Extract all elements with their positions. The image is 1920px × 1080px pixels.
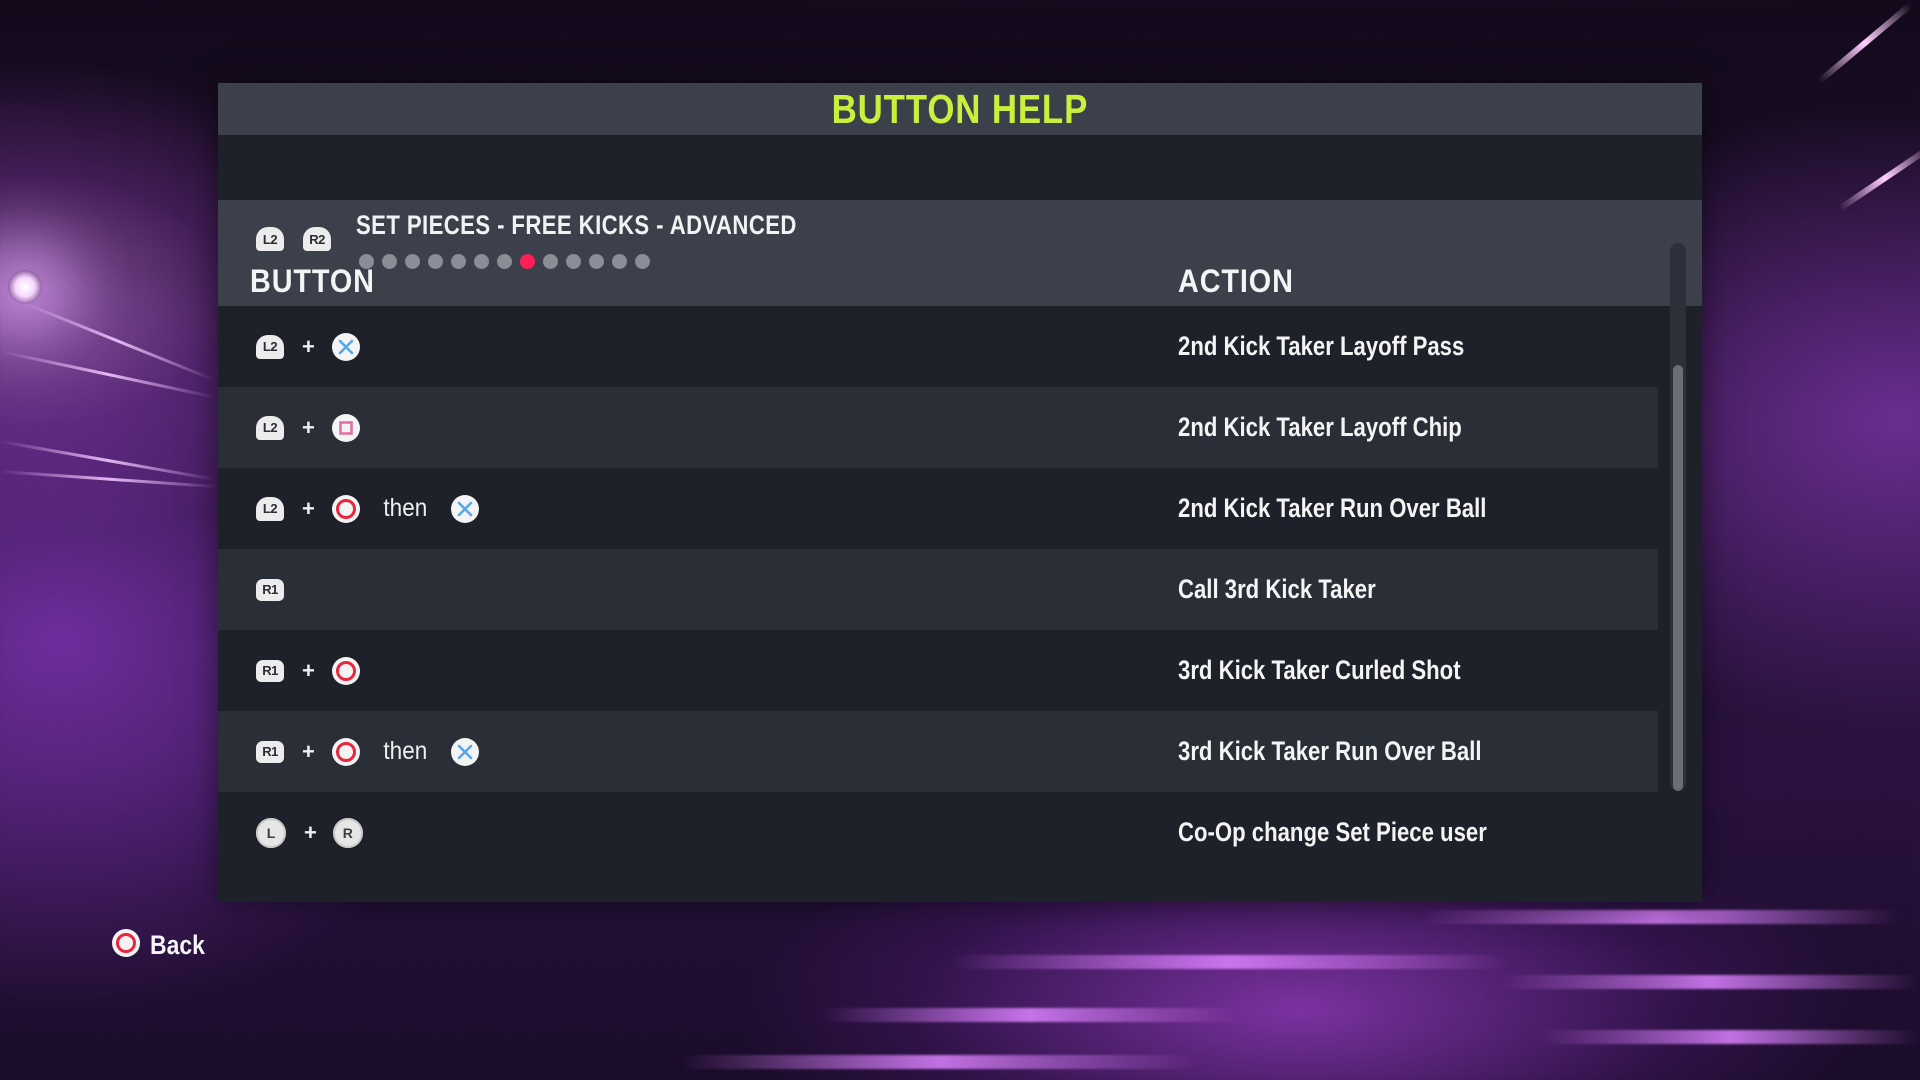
section-title: SET PIECES - FREE KICKS - ADVANCED bbox=[356, 210, 797, 240]
plus-sign: + bbox=[302, 414, 315, 440]
page-dot bbox=[405, 254, 420, 269]
l2-button-icon: L2 bbox=[256, 496, 284, 521]
title-bar: BUTTON HELP bbox=[218, 83, 1702, 135]
plus-sign: + bbox=[302, 333, 315, 359]
page-dot bbox=[451, 254, 466, 269]
l2-button-icon: L2 bbox=[256, 415, 284, 440]
action-label: 2nd Kick Taker Layoff Chip bbox=[1178, 412, 1462, 442]
floor-glow bbox=[680, 1055, 1200, 1069]
floor-glow bbox=[1500, 975, 1920, 989]
button-combo: L2 + then bbox=[256, 494, 480, 524]
then-label: then bbox=[383, 737, 428, 765]
light-beam bbox=[0, 350, 216, 399]
page-dot bbox=[635, 254, 650, 269]
control-row: L + R Co-Op change Set Piece user bbox=[218, 792, 1658, 873]
button-combo: L2 + bbox=[256, 413, 361, 443]
l2-button-icon: L2 bbox=[256, 334, 284, 359]
column-header-button: BUTTON bbox=[250, 263, 375, 299]
button-combo: L + R bbox=[256, 817, 363, 848]
action-label: 3rd Kick Taker Run Over Ball bbox=[1178, 736, 1482, 766]
section-header: L2 R2 SET PIECES - FREE KICKS - ADVANCED… bbox=[218, 200, 1702, 306]
page-dot-active bbox=[520, 254, 535, 269]
floor-glow bbox=[1420, 910, 1900, 924]
cross-button-icon bbox=[331, 332, 361, 362]
button-help-panel: BUTTON HELP L2 R2 SET PIECES - FREE KICK… bbox=[218, 83, 1702, 902]
page-dot bbox=[474, 254, 489, 269]
button-combo: R1 + then bbox=[256, 737, 480, 767]
button-combo: R1 bbox=[256, 578, 284, 601]
square-button-icon bbox=[331, 413, 361, 443]
cross-button-icon bbox=[450, 494, 480, 524]
page-dot bbox=[382, 254, 397, 269]
page-dot bbox=[543, 254, 558, 269]
r2-next-section-icon[interactable]: R2 bbox=[303, 227, 331, 251]
floor-glow bbox=[950, 955, 1510, 969]
circle-button-icon bbox=[331, 494, 361, 524]
then-label: then bbox=[383, 494, 428, 522]
stadium-spotlight bbox=[8, 270, 42, 304]
page-title: BUTTON HELP bbox=[831, 85, 1089, 132]
column-header-action: ACTION bbox=[1178, 263, 1294, 299]
r1-button-icon: R1 bbox=[256, 740, 284, 763]
right-stick-icon: R bbox=[332, 817, 363, 848]
action-label: 3rd Kick Taker Curled Shot bbox=[1178, 655, 1461, 685]
back-button[interactable]: Back bbox=[111, 928, 215, 963]
plus-sign: + bbox=[302, 738, 315, 764]
r1-button-icon: R1 bbox=[256, 659, 284, 682]
circle-button-icon bbox=[111, 928, 141, 963]
scrollbar-thumb[interactable] bbox=[1673, 365, 1683, 791]
r1-button-icon: R1 bbox=[256, 578, 284, 601]
control-row: R1 Call 3rd Kick Taker bbox=[218, 549, 1658, 630]
plus-sign: + bbox=[302, 657, 315, 683]
page-dot bbox=[612, 254, 627, 269]
plus-sign: + bbox=[302, 495, 315, 521]
button-combo: L2 + bbox=[256, 332, 361, 362]
light-streak bbox=[1837, 144, 1920, 212]
control-row: L2 +2nd Kick Taker Layoff Chip bbox=[218, 387, 1658, 468]
action-label: Co-Op change Set Piece user bbox=[1178, 817, 1487, 847]
l2-prev-section-icon[interactable]: L2 bbox=[256, 227, 284, 251]
control-row: L2 +2nd Kick Taker Layoff Pass bbox=[218, 306, 1658, 387]
cross-button-icon bbox=[450, 737, 480, 767]
page-dot bbox=[566, 254, 581, 269]
light-beam bbox=[19, 300, 216, 382]
floor-glow bbox=[1540, 1030, 1920, 1044]
action-label: Call 3rd Kick Taker bbox=[1178, 574, 1376, 604]
action-label: 2nd Kick Taker Layoff Pass bbox=[1178, 331, 1465, 361]
left-stick-icon: L bbox=[256, 817, 286, 848]
floor-glow bbox=[820, 1008, 1240, 1022]
page-dot bbox=[497, 254, 512, 269]
light-streak bbox=[1817, 2, 1913, 84]
button-combo: R1 + bbox=[256, 656, 361, 686]
spacer-bar bbox=[218, 135, 1702, 200]
control-row: L2 + then 2nd Kick Taker Run Over Ball bbox=[218, 468, 1658, 549]
page-dot bbox=[589, 254, 604, 269]
circle-button-icon bbox=[331, 737, 361, 767]
page-dot bbox=[428, 254, 443, 269]
control-row: R1 + then 3rd Kick Taker Run Over Ball bbox=[218, 711, 1658, 792]
back-label: Back bbox=[150, 930, 205, 960]
controls-list: L2 +2nd Kick Taker Layoff Pass L2 +2nd Kick… bbox=[218, 306, 1658, 873]
action-label: 2nd Kick Taker Run Over Ball bbox=[1178, 493, 1487, 523]
page-indicator bbox=[359, 254, 650, 269]
plus-sign: + bbox=[304, 819, 317, 845]
circle-button-icon bbox=[331, 656, 361, 686]
control-row: R1 +3rd Kick Taker Curled Shot bbox=[218, 630, 1658, 711]
